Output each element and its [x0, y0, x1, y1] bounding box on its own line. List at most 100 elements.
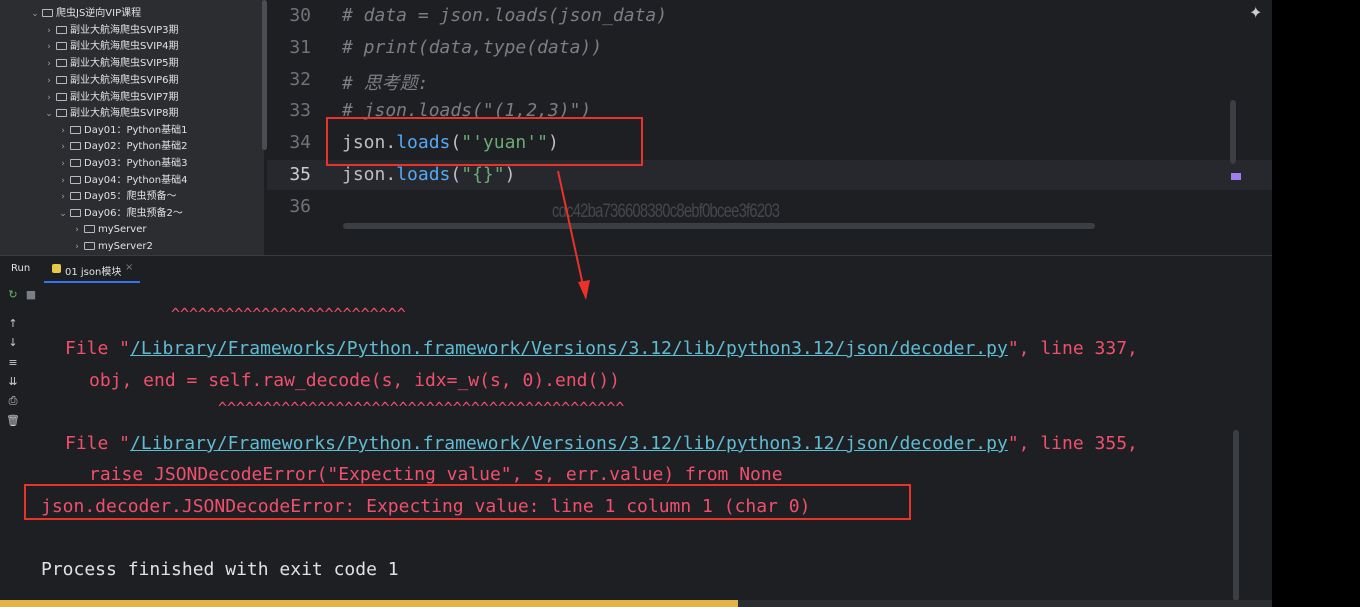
- folder-icon: [70, 126, 81, 134]
- line-number: 34: [289, 132, 311, 153]
- code-token: "{}": [461, 164, 505, 185]
- code-token: .: [385, 164, 397, 185]
- file-path-link[interactable]: /Library/Frameworks/Python.framework/Ver…: [130, 433, 1008, 454]
- chevron-right-icon[interactable]: ›: [58, 173, 68, 189]
- run-tab-label: 01 json模块: [65, 267, 122, 278]
- tree-item-myserver2[interactable]: › myServer2: [72, 239, 153, 255]
- arrow-up-icon[interactable]: ↑: [6, 317, 20, 330]
- folder-icon: [70, 142, 81, 150]
- console-text: ", line 355,: [1007, 433, 1138, 454]
- folder-icon: [42, 9, 53, 17]
- tree-item-label: 副业大航海爬虫SVIP4期: [70, 41, 179, 52]
- run-label: Run: [11, 263, 31, 274]
- arrow-down-icon[interactable]: ↓: [6, 336, 20, 349]
- line-number: 36: [289, 196, 311, 217]
- tree-item-day04[interactable]: › Day04：Python基础4: [58, 173, 188, 189]
- tree-item-svip4[interactable]: › 副业大航海爬虫SVIP4期: [44, 39, 179, 55]
- line-number: 33: [289, 100, 311, 121]
- close-icon[interactable]: ×: [125, 262, 133, 273]
- folder-icon: [56, 59, 67, 67]
- python-file-icon: [52, 264, 61, 273]
- chevron-right-icon[interactable]: ›: [44, 73, 54, 89]
- tree-item-svip7[interactable]: › 副业大航海爬虫SVIP7期: [44, 90, 179, 106]
- tree-item-svip5[interactable]: › 副业大航海爬虫SVIP5期: [44, 56, 178, 72]
- tree-item-label: Day04：Python基础4: [84, 175, 188, 186]
- chevron-right-icon[interactable]: ›: [72, 222, 82, 238]
- chevron-right-icon[interactable]: ›: [44, 56, 54, 72]
- tree-item-label: 副业大航海爬虫SVIP7期: [70, 92, 179, 103]
- folder-icon: [84, 225, 95, 233]
- code-token: (: [450, 164, 462, 185]
- console-traceback-file: File "/Library/Frameworks/Python.framewo…: [65, 338, 1138, 359]
- folder-icon: [56, 109, 67, 117]
- project-tree: ⌄ 爬虫JS逆向VIP课程 › 副业大航海爬虫SVIP3期 › 副业大航海爬虫SVIP…: [0, 0, 264, 255]
- chevron-down-icon[interactable]: ⌄: [44, 106, 54, 122]
- code-line-32[interactable]: # 思考题:: [342, 69, 429, 95]
- chevron-down-icon[interactable]: ⌄: [58, 206, 68, 222]
- tree-item-day05[interactable]: › Day05：爬虫预备～: [58, 189, 176, 205]
- folder-icon: [56, 93, 67, 101]
- tree-item-svip3[interactable]: › 副业大航海爬虫SVIP3期: [44, 23, 178, 39]
- chevron-right-icon[interactable]: ›: [44, 23, 54, 39]
- run-side-toolbar: ↻ ■ ⋮ ↑ ↓ ≡ ⇊ ⎙ 🗑: [0, 283, 59, 607]
- chevron-right-icon[interactable]: ›: [58, 156, 68, 172]
- tree-item-svip8[interactable]: ⌄ 副业大航海爬虫SVIP8期: [44, 106, 179, 122]
- print-icon[interactable]: ⎙: [6, 394, 20, 408]
- console-code-line: raise JSONDecodeError("Expecting value",…: [89, 464, 783, 485]
- tree-item-label: Day03：Python基础3: [84, 158, 188, 169]
- tree-item-label: 副业大航海爬虫SVIP6期: [70, 75, 179, 86]
- console-text: File ": [65, 338, 131, 359]
- code-token: loads: [396, 164, 451, 185]
- tree-item-myserver[interactable]: › myServer: [72, 222, 146, 238]
- trash-icon[interactable]: 🗑: [6, 414, 20, 427]
- file-path-link[interactable]: /Library/Frameworks/Python.framework/Ver…: [130, 338, 1008, 359]
- line-number: 32: [289, 69, 311, 90]
- annotation-box-error: [24, 484, 911, 520]
- console-output[interactable]: ^^^^^^^^^^^^^^^^^^^^^^^^^^ File "/Librar…: [36, 283, 1272, 601]
- tree-item-day03[interactable]: › Day03：Python基础3: [58, 156, 188, 172]
- editor-vertical-scrollbar[interactable]: [1230, 100, 1236, 164]
- tree-item-label: 副业大航海爬虫SVIP8期: [70, 108, 179, 119]
- run-tab[interactable]: 01 json模块 ×: [44, 256, 140, 283]
- console-text: File ": [65, 433, 131, 454]
- editor-horizontal-scrollbar[interactable]: [343, 223, 1095, 229]
- chevron-right-icon[interactable]: ›: [44, 90, 54, 106]
- run-toolbar: Run 01 json模块 ×: [0, 255, 1272, 283]
- chevron-right-icon[interactable]: ›: [58, 123, 68, 139]
- console-scrollbar[interactable]: [1233, 430, 1239, 601]
- code-line-31[interactable]: # print(data,type(data)): [342, 37, 602, 58]
- tree-item-label: Day05：爬虫预备～: [84, 191, 177, 202]
- code-line-35[interactable]: json.loads("{}"): [342, 164, 515, 185]
- chevron-right-icon[interactable]: ›: [58, 189, 68, 205]
- code-line-30[interactable]: # data = json.loads(json_data): [342, 5, 667, 26]
- chevron-right-icon[interactable]: ›: [72, 239, 82, 255]
- chevron-right-icon[interactable]: ›: [58, 139, 68, 155]
- tree-item-label: Day06：爬虫预备2～: [84, 208, 183, 219]
- tree-item-vip-course[interactable]: ⌄ 爬虫JS逆向VIP课程: [30, 6, 141, 22]
- line-number: 35: [289, 164, 311, 185]
- tree-item-label: Day02：Python基础2: [84, 141, 188, 152]
- error-stripe-marker[interactable]: [1231, 173, 1241, 180]
- tree-item-svip6[interactable]: › 副业大航海爬虫SVIP6期: [44, 73, 179, 89]
- tree-item-label: 爬虫JS逆向VIP课程: [56, 8, 142, 19]
- folder-icon: [56, 42, 67, 50]
- tree-item-day01[interactable]: › Day01：Python基础1: [58, 123, 187, 139]
- chevron-right-icon[interactable]: ›: [44, 39, 54, 55]
- rerun-icon[interactable]: ↻: [6, 288, 20, 301]
- annotation-arrow: [557, 170, 590, 300]
- arrow-shaft: [557, 170, 585, 291]
- folder-icon: [84, 242, 95, 250]
- chevron-down-icon[interactable]: ⌄: [30, 6, 40, 22]
- tree-item-day02[interactable]: › Day02：Python基础2: [58, 139, 188, 155]
- folder-icon: [70, 176, 81, 184]
- folder-icon: [56, 76, 67, 84]
- tree-item-day06[interactable]: ⌄ Day06：爬虫预备2～: [58, 206, 183, 222]
- scroll-to-end-icon[interactable]: ⇊: [6, 375, 20, 388]
- soft-wrap-icon[interactable]: ≡: [6, 356, 20, 369]
- ide-window: ⌄ 爬虫JS逆向VIP课程 › 副业大航海爬虫SVIP3期 › 副业大航海爬虫SVIP…: [0, 0, 1360, 607]
- tree-item-label: myServer: [98, 224, 147, 235]
- console-code-line: obj, end = self.raw_decode(s, idx=_w(s, …: [89, 370, 621, 391]
- line-number: 31: [289, 37, 311, 58]
- sparkle-icon[interactable]: ✦: [1249, 3, 1262, 22]
- console-caret-line: ^^^^^^^^^^^^^^^^^^^^^^^^^^^^^^^^^^^^^^^^…: [218, 399, 625, 417]
